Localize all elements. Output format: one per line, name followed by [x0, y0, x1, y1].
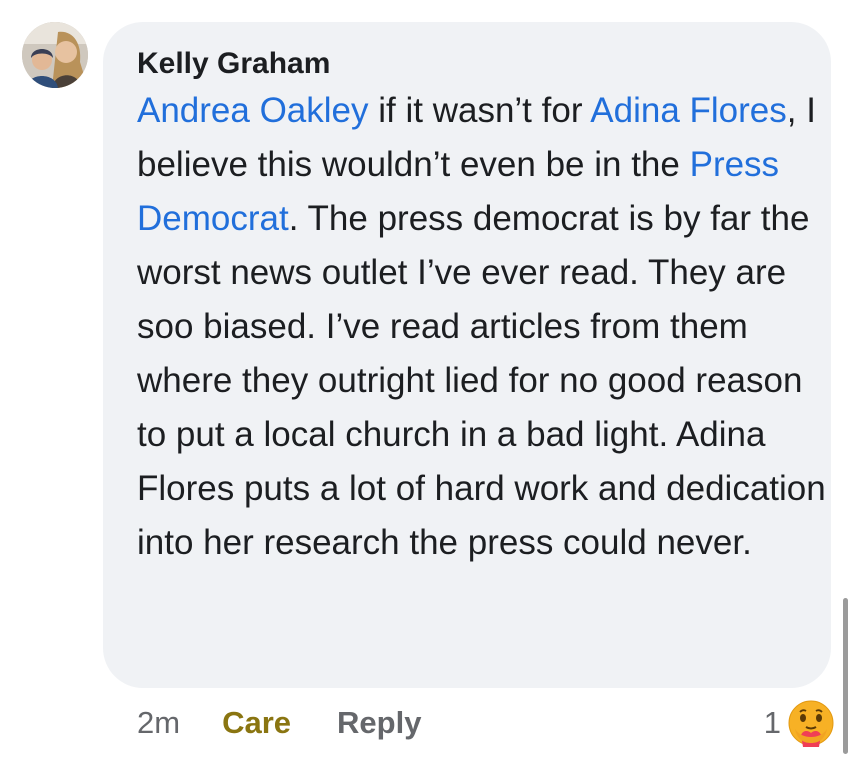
reaction-summary[interactable]: 1 [764, 698, 835, 748]
profile-photo-icon [22, 22, 88, 88]
comment-text-segment: if it wasn’t for [368, 91, 591, 130]
care-emoji-icon [788, 700, 834, 747]
comment-text: Andrea Oakley if it wasn’t for Adina Flo… [137, 84, 827, 570]
mention-andrea-oakley[interactable]: Andrea Oakley [137, 91, 369, 130]
comment-author[interactable]: Kelly Graham [137, 46, 807, 82]
reply-button[interactable]: Reply [337, 700, 421, 746]
comment-text-segment: . The press democrat is by far the worst… [137, 199, 826, 562]
reaction-count: 1 [763, 705, 781, 740]
care-reaction-button[interactable]: Care [222, 700, 291, 746]
mention-adina-flores[interactable]: Adina Flores [590, 91, 786, 130]
comment-actions: 2m Care Reply [137, 700, 421, 746]
comment-bubble: Kelly Graham Andrea Oakley if it wasn’t … [103, 22, 831, 688]
avatar[interactable] [22, 22, 88, 88]
scrollbar[interactable] [843, 598, 848, 754]
comment-timestamp[interactable]: 2m [137, 700, 180, 746]
